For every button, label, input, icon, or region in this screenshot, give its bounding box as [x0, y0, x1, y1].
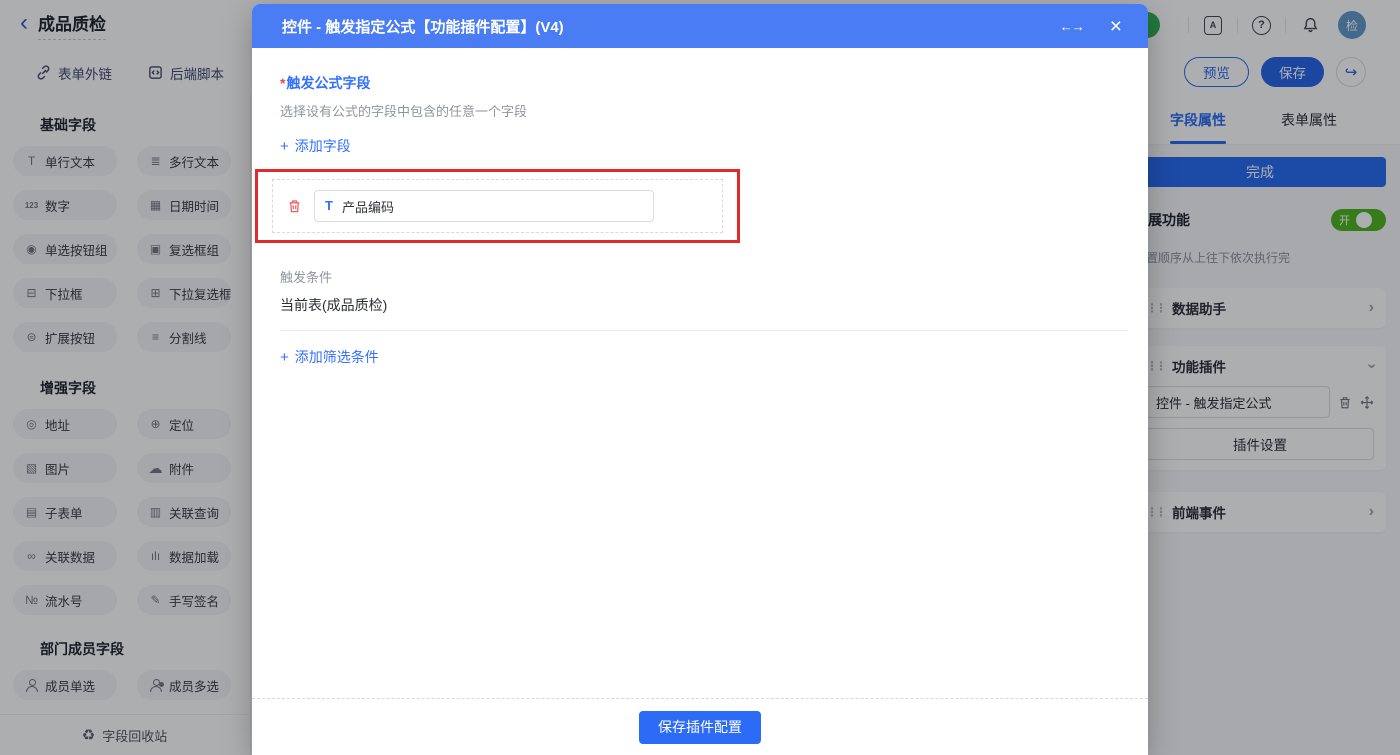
- add-field-link[interactable]: + 添加字段: [280, 136, 351, 156]
- annotation-highlight-box: T 产品编码: [255, 169, 740, 243]
- trigger-field-label: 触发公式字段: [286, 75, 370, 91]
- modal-header: 控件 - 触发指定公式【功能插件配置】(V4) ←→ ×: [252, 4, 1148, 48]
- modal-footer: 保存插件配置: [252, 698, 1148, 755]
- trigger-condition-value[interactable]: 当前表(成品质检): [280, 295, 1128, 331]
- trigger-condition-label: 触发条件: [280, 267, 1128, 286]
- trigger-field-value: 产品编码: [342, 197, 394, 216]
- field-row: T 产品编码: [272, 179, 723, 233]
- modal-title: 控件 - 触发指定公式【功能插件配置】(V4): [282, 16, 564, 37]
- add-filter-link[interactable]: + 添加筛选条件: [280, 347, 379, 367]
- trigger-field-desc: 选择设有公式的字段中包含的任意一个字段: [280, 101, 1128, 120]
- add-filter-label: 添加筛选条件: [295, 347, 379, 367]
- save-plugin-config-button[interactable]: 保存插件配置: [639, 711, 761, 744]
- plus-icon: +: [280, 138, 289, 155]
- expand-icon[interactable]: ←→: [1060, 19, 1084, 34]
- modal-body: *触发公式字段 选择设有公式的字段中包含的任意一个字段 + 添加字段 T 产品编…: [252, 48, 1148, 698]
- delete-field-trash-icon[interactable]: [287, 198, 302, 214]
- single-line-text-icon: T: [325, 198, 333, 214]
- add-field-label: 添加字段: [295, 136, 351, 156]
- trigger-field-select[interactable]: T 产品编码: [314, 190, 654, 222]
- required-mark: *: [280, 75, 285, 91]
- close-icon[interactable]: ×: [1110, 16, 1122, 37]
- plugin-config-modal: 控件 - 触发指定公式【功能插件配置】(V4) ←→ × *触发公式字段 选择设…: [252, 4, 1148, 755]
- plus-icon: +: [280, 349, 289, 366]
